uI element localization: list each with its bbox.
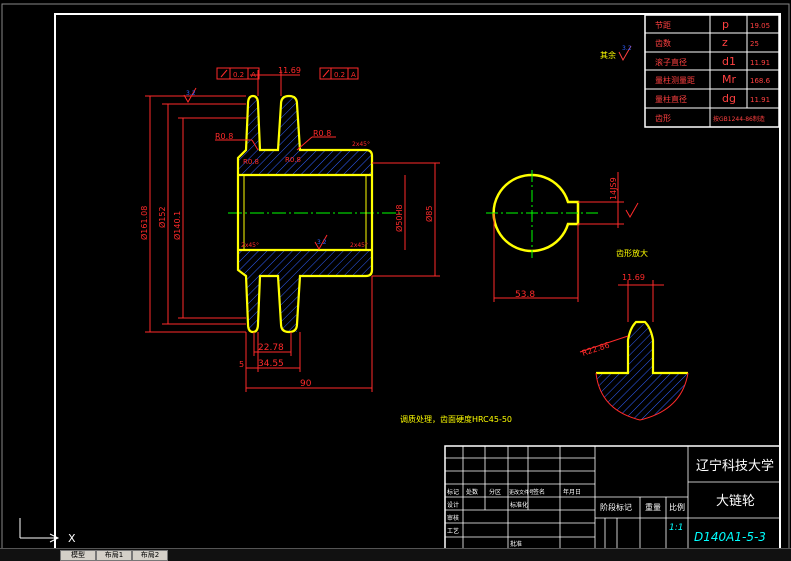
tab-layout-2[interactable]: 布局2 xyxy=(132,550,168,561)
cad-drawing[interactable]: 节距 p 19.05 齿数 z 25 滚子直径 d1 11.91 量柱测量距 Mr 168.6 量柱直径… xyxy=(0,0,791,560)
dim-tooth-w: 11.69 xyxy=(622,273,645,282)
svg-text:年月日: 年月日 xyxy=(563,488,581,496)
dim-r08-d: R0.8 xyxy=(285,156,301,164)
spec-name: 量柱直径 xyxy=(655,94,687,104)
svg-text:批准: 批准 xyxy=(510,540,522,548)
spec-value: 按GB1244-86制造 xyxy=(713,115,765,123)
spec-symbol: d1 xyxy=(722,55,736,68)
spec-value: 19.05 xyxy=(750,22,770,30)
outer-frame xyxy=(1,3,790,553)
bore-end-view: 14JS9 53.8 xyxy=(486,170,639,302)
spec-name: 齿数 xyxy=(655,38,671,48)
svg-text:设计: 设计 xyxy=(447,501,459,509)
svg-text:标记: 标记 xyxy=(447,488,459,496)
dim-3455: 34.55 xyxy=(258,359,284,369)
spec-table: 节距 p 19.05 齿数 z 25 滚子直径 d1 11.91 量柱测量距 Mr 168.6 量柱直径… xyxy=(644,14,780,128)
heat-treat-note: 调质处理，齿面硬度HRC45-50 xyxy=(400,414,512,424)
spec-name: 量柱测量距 xyxy=(655,75,695,85)
svg-text:A: A xyxy=(251,71,256,79)
school-name: 辽宁科技大学 xyxy=(696,458,774,474)
tooth-detail-view: 11.69 R22.86 xyxy=(579,273,689,421)
title-block: 标记 处数 分区 更改文件号 签名 年月日 设计 标准化 审核 工艺 批准 阶段… xyxy=(444,445,781,551)
svg-text:0.2: 0.2 xyxy=(233,71,244,79)
spec-symbol: p xyxy=(722,18,729,31)
svg-text:更改文件号: 更改文件号 xyxy=(509,489,534,496)
svg-text:0.2: 0.2 xyxy=(334,71,345,79)
rough-other-label: 其余 xyxy=(600,50,616,60)
tooth-detail-title: 齿形放大 xyxy=(616,248,648,258)
spec-value: 11.91 xyxy=(750,59,770,67)
svg-text:处数: 处数 xyxy=(466,488,478,496)
spec-name: 节距 xyxy=(655,21,671,30)
dim-r08-c: R0.8 xyxy=(243,158,259,166)
spec-value: 25 xyxy=(750,40,759,48)
dim-tooth-r: R22.86 xyxy=(581,341,611,358)
drawing-number: D140A1-5-3 xyxy=(694,530,766,544)
spec-name: 齿形 xyxy=(655,114,671,123)
dim-2278: 22.78 xyxy=(258,343,284,353)
svg-text:3.2: 3.2 xyxy=(317,239,327,246)
dim-keyway-w: 14JS9 xyxy=(609,177,618,200)
tab-layout-1[interactable]: 布局1 xyxy=(96,550,132,561)
rough-other-value: 3.2 xyxy=(622,45,632,52)
spec-symbol: dg xyxy=(722,92,736,105)
svg-text:分区: 分区 xyxy=(489,488,501,496)
dim-keyway-h: 53.8 xyxy=(515,290,535,300)
ucs-icon: X xyxy=(19,518,76,545)
svg-text:审核: 审核 xyxy=(447,514,459,522)
dim-dia-152: Ø152 xyxy=(157,206,167,228)
svg-text:标准化: 标准化 xyxy=(510,501,528,509)
svg-text:比例: 比例 xyxy=(669,502,685,512)
tab-model[interactable]: 模型 xyxy=(60,550,96,561)
dim-chamfer-a: 2x45° xyxy=(352,141,370,148)
spec-symbol: z xyxy=(722,36,728,49)
svg-text:A: A xyxy=(351,71,356,79)
svg-text:X: X xyxy=(68,532,76,545)
dim-dia-85: Ø85 xyxy=(424,206,434,222)
dim-dia-root: Ø140.1 xyxy=(172,211,182,240)
svg-text:3.2: 3.2 xyxy=(186,90,196,97)
dim-5: 5 xyxy=(239,360,244,369)
svg-text:签名: 签名 xyxy=(533,488,545,496)
dim-chamfer-c: 2x45° xyxy=(350,242,368,249)
svg-text:阶段标记: 阶段标记 xyxy=(600,502,632,512)
dim-dia-bore: Ø50H8 xyxy=(394,204,404,232)
dim-dia-tip: Ø161.08 xyxy=(139,206,149,240)
spec-value: 168.6 xyxy=(750,77,771,85)
svg-text:重量: 重量 xyxy=(645,502,661,512)
dim-r08-b: R0.8 xyxy=(313,129,331,138)
spec-symbol: Mr xyxy=(722,73,736,86)
sprocket-section-view: 0.2 A 0.2 A 3.2 3.2 11.69 R0.8 R0.8 R0.8… xyxy=(139,66,440,392)
dim-90: 90 xyxy=(300,379,312,389)
dim-chamfer-b: 2x45° xyxy=(241,242,259,249)
spec-value: 11.91 xyxy=(750,96,770,104)
part-name: 大链轮 xyxy=(716,494,755,509)
dim-r08-a: R0.8 xyxy=(215,132,233,141)
dim-top-width: 11.69 xyxy=(278,66,301,75)
scale-value: 1:1 xyxy=(669,523,683,533)
svg-text:工艺: 工艺 xyxy=(447,527,459,535)
spec-name: 滚子直径 xyxy=(655,57,687,67)
